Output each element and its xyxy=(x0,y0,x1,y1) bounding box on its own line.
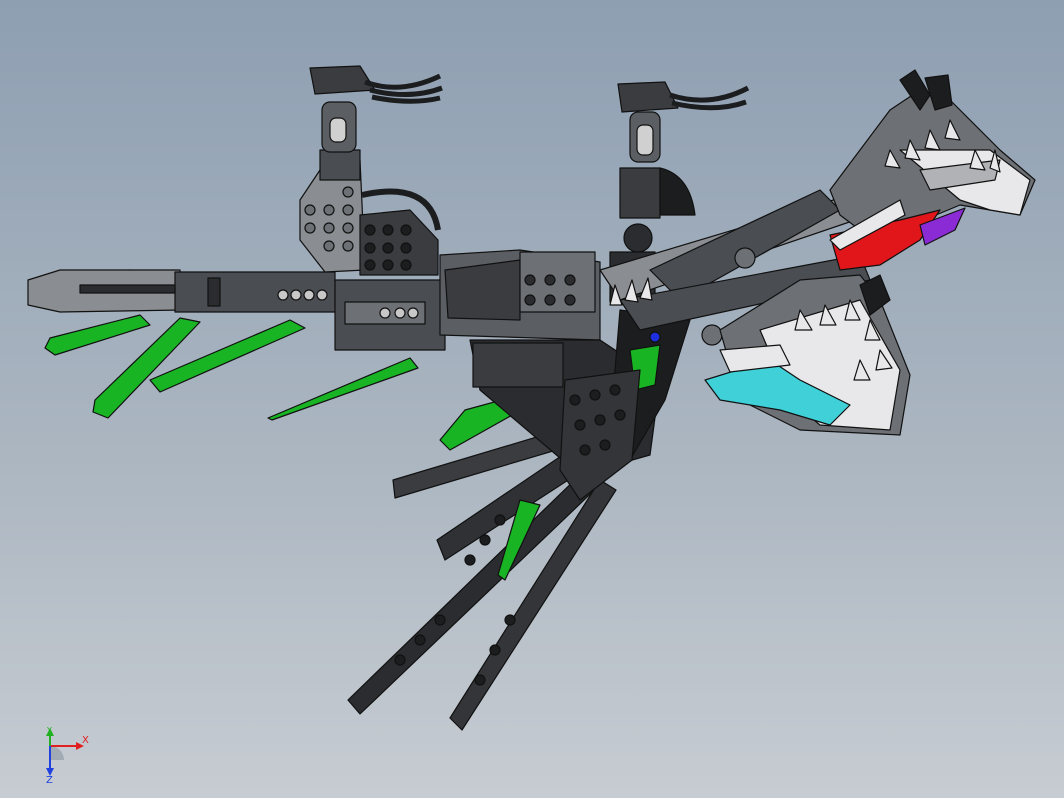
left-leg[interactable] xyxy=(299,65,443,276)
upper-dragon-head[interactable] xyxy=(829,69,1036,271)
graphics-viewport[interactable]: X Y Z xyxy=(0,0,1064,798)
x-axis-label: X xyxy=(82,735,89,746)
coordinate-triad: X Y Z xyxy=(36,726,106,788)
tail-arm[interactable] xyxy=(27,269,336,313)
z-axis-label: Z xyxy=(46,775,53,786)
dragon-model[interactable] xyxy=(0,0,1064,798)
y-axis-label: Y xyxy=(47,726,52,735)
